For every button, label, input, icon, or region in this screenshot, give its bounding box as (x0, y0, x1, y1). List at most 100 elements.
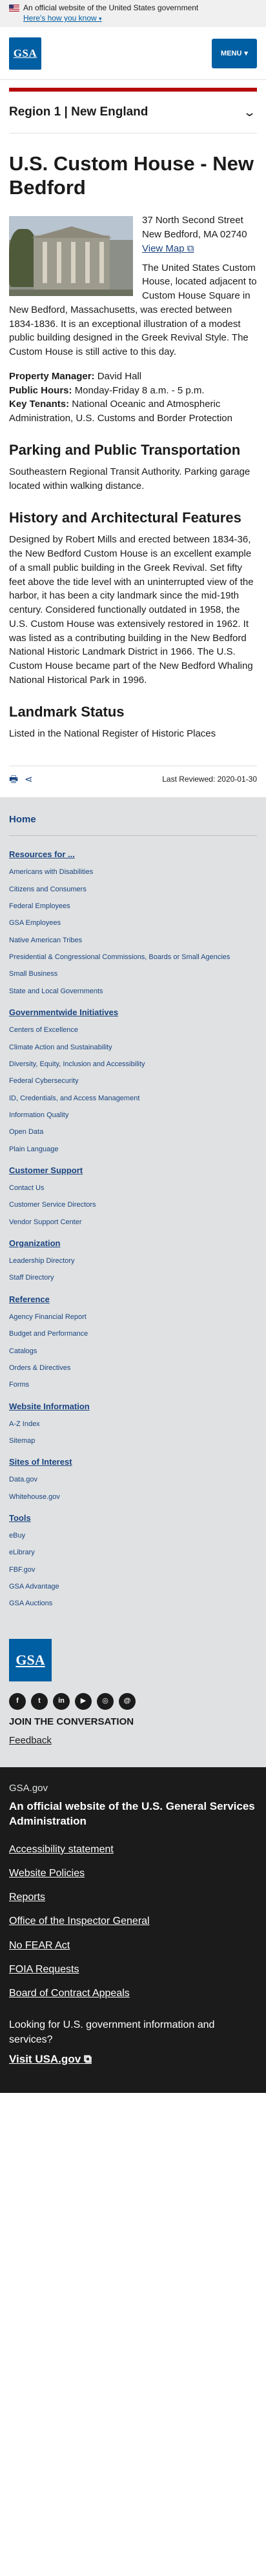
email-icon[interactable]: @ (119, 1692, 136, 1710)
footer-nav-link[interactable]: Orders & Directives (9, 1364, 70, 1372)
footer-nav-link[interactable]: State and Local Governments (9, 987, 103, 995)
footer-nav-link[interactable]: A-Z Index (9, 1420, 40, 1428)
footer-nav-heading[interactable]: Sites of Interest (9, 1456, 257, 1469)
region-accordion[interactable]: Region 1 | New England ⌄ (9, 92, 257, 134)
menu-label: MENU (221, 49, 242, 57)
footer-nav-link[interactable]: FBF.gov (9, 1566, 35, 1574)
footer-nav-link[interactable]: Federal Employees (9, 902, 70, 910)
no-fear-act-link[interactable]: No FEAR Act (9, 1940, 70, 1951)
footer-nav-heading[interactable]: Governmentwide Initiatives (9, 1007, 257, 1019)
building-photo (9, 216, 133, 297)
footer-nav-list: Leadership Directory Staff Directory (9, 1256, 257, 1283)
footer-nav-link[interactable]: Whitehouse.gov (9, 1493, 60, 1501)
site-header: GSA MENU ▾ (0, 27, 266, 81)
footer-nav-link[interactable]: Information Quality (9, 1111, 68, 1119)
footer-nav-link[interactable]: GSA Auctions (9, 1600, 52, 1607)
facebook-icon[interactable]: f (9, 1692, 26, 1710)
footer-nav-link[interactable]: Diversity, Equity, Inclusion and Accessi… (9, 1060, 145, 1068)
share-icon[interactable]: ⋖ (25, 773, 33, 787)
footer-nav-link[interactable]: Citizens and Consumers (9, 886, 87, 893)
property-facts: Property Manager: David Hall Public Hour… (9, 370, 257, 426)
footer-nav-link[interactable]: Small Business (9, 970, 57, 978)
footer-nav-link[interactable]: Budget and Performance (9, 1330, 88, 1338)
inspector-general-link[interactable]: Office of the Inspector General (9, 1916, 150, 1927)
social-links: f t in ▶ ◎ @ (9, 1692, 257, 1710)
identifier-domain: GSA.gov (9, 1783, 48, 1794)
gov-banner: An official website of the United States… (0, 0, 266, 28)
footer-nav-link[interactable]: Americans with Disabilities (9, 868, 93, 876)
view-map-link[interactable]: View Map ⧉ (142, 243, 194, 254)
footer-nav-link[interactable]: Customer Service Directors (9, 1201, 96, 1209)
landmark-heading: Landmark Status (9, 703, 125, 720)
menu-button[interactable]: MENU ▾ (212, 38, 257, 68)
footer-nav-heading[interactable]: Website Information (9, 1401, 257, 1413)
accessibility-statement-link[interactable]: Accessibility statement (9, 1844, 114, 1855)
footer-nav-item: Budget and Performance (9, 1329, 257, 1339)
footer-nav-link[interactable]: GSA Employees (9, 919, 61, 927)
footer-nav-item: Customer Service Directors (9, 1200, 257, 1210)
footer-nav-link[interactable]: Presidential & Congressional Commissions… (9, 953, 230, 961)
footer-nav-heading[interactable]: Customer Support (9, 1165, 257, 1177)
footer-nav-item: Federal Cybersecurity (9, 1076, 257, 1086)
footer-nav-link[interactable]: Climate Action and Sustainability (9, 1044, 112, 1051)
foia-requests-link[interactable]: FOIA Requests (9, 1964, 79, 1975)
footer-nav-heading[interactable]: Reference (9, 1294, 257, 1306)
footer-nav-link[interactable]: Agency Financial Report (9, 1313, 87, 1321)
footer-nav-item: Centers of Excellence (9, 1025, 257, 1035)
visit-usagov-link[interactable]: Visit USA.gov ⧉ (9, 2052, 257, 2068)
footer-nav-item: Sitemap (9, 1436, 257, 1446)
footer-nav-link[interactable]: ID, Credentials, and Access Management (9, 1095, 139, 1102)
footer-nav-link[interactable]: Staff Directory (9, 1274, 54, 1282)
footer-nav-link[interactable]: Federal Cybersecurity (9, 1077, 79, 1085)
print-icon[interactable]: 🖶 (9, 773, 18, 787)
footer-nav-heading[interactable]: Resources for ... (9, 849, 257, 861)
footer-nav-list: A-Z Index Sitemap (9, 1420, 257, 1447)
footer-nav-link[interactable]: Leadership Directory (9, 1257, 75, 1265)
feedback-link[interactable]: Feedback (9, 1734, 257, 1748)
footer-nav-link[interactable]: Native American Tribes (9, 936, 82, 944)
footer-nav-link[interactable]: Vendor Support Center (9, 1218, 82, 1226)
footer-nav-item: Citizens and Consumers (9, 885, 257, 895)
website-policies-link[interactable]: Website Policies (9, 1868, 85, 1879)
footer-nav-section: Organization Leadership Directory Staff Di… (9, 1238, 257, 1283)
parking-text: Southeastern Regional Transit Authority.… (9, 466, 251, 492)
footer-nav-link[interactable]: Catalogs (9, 1347, 37, 1355)
footer-nav-item: eLibrary (9, 1548, 257, 1558)
instagram-icon[interactable]: ◎ (97, 1692, 114, 1710)
main-content: U.S. Custom House - New Bedford 37 North… (0, 134, 266, 748)
footer-nav-link[interactable]: Centers of Excellence (9, 1026, 78, 1034)
chevron-down-icon: ▾ (244, 50, 248, 58)
footer-nav-item: GSA Auctions (9, 1599, 257, 1609)
footer-gsa-logo[interactable]: GSA (9, 1638, 52, 1681)
footer-nav-link[interactable]: Data.gov (9, 1476, 37, 1483)
footer-nav-heading[interactable]: Tools (9, 1512, 257, 1525)
reports-link[interactable]: Reports (9, 1892, 45, 1903)
footer-nav-link[interactable]: eBuy (9, 1532, 25, 1540)
heres-how-you-know-link[interactable]: Here's how you know ▾ (23, 13, 102, 23)
public-hours-label: Public Hours: (9, 384, 72, 396)
footer-nav-item: Vendor Support Center (9, 1218, 257, 1227)
footer-nav-link[interactable]: Open Data (9, 1128, 43, 1136)
identifier-disclaimer: An official website of the U.S. General … (9, 1799, 255, 1827)
twitter-icon[interactable]: t (31, 1692, 48, 1710)
linkedin-icon[interactable]: in (53, 1692, 70, 1710)
footer-nav-link[interactable]: Sitemap (9, 1437, 35, 1445)
footer-nav-section: Tools eBuy eLibrary FBF.gov GSA Advantage GSA… (9, 1512, 257, 1609)
footer-nav-link[interactable]: eLibrary (9, 1549, 35, 1556)
board-contract-appeals-link[interactable]: Board of Contract Appeals (9, 1988, 130, 1999)
property-manager-label: Property Manager: (9, 370, 95, 382)
footer-nav-link[interactable]: Forms (9, 1381, 29, 1389)
footer-nav-link[interactable]: Contact Us (9, 1184, 44, 1192)
footer-nav-link[interactable]: Plain Language (9, 1145, 58, 1153)
footer-nav-link[interactable]: GSA Advantage (9, 1583, 59, 1590)
youtube-icon[interactable]: ▶ (75, 1692, 92, 1710)
footer-home-link[interactable]: Home (9, 813, 257, 837)
footer-nav-section: Resources for ... Americans with Disabili… (9, 849, 257, 996)
chevron-down-icon: ▾ (99, 15, 102, 23)
chevron-down-icon: ⌄ (242, 106, 257, 119)
public-hours-value: Monday-Friday 8 a.m. - 5 p.m. (74, 384, 205, 396)
footer-nav-list: Data.gov Whitehouse.gov (9, 1475, 257, 1502)
footer-nav-heading[interactable]: Organization (9, 1238, 257, 1250)
footer-nav-section: Customer Support Contact Us Customer Servi… (9, 1165, 257, 1227)
gsa-logo[interactable]: GSA (9, 37, 41, 70)
